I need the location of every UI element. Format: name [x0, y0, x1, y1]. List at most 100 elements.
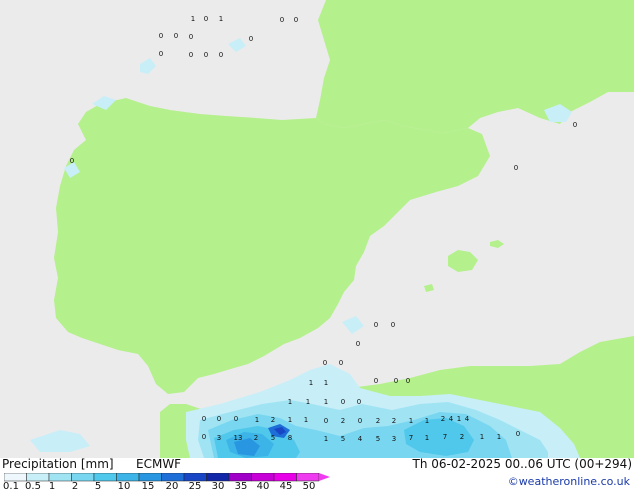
precip-value: 0 [374, 321, 378, 329]
precip-value: 7 [443, 433, 447, 441]
legend-tick-label: 50 [302, 481, 316, 492]
model-label: ECMWF [136, 457, 182, 471]
precip-value: 0 [234, 415, 238, 423]
precip-value: 0 [324, 417, 328, 425]
precip-value: 0 [323, 359, 327, 367]
precip-value: 0 [189, 33, 193, 41]
precip-value: 8 [288, 434, 292, 442]
legend-swatch [26, 473, 50, 482]
precip-value: 2 [376, 417, 380, 425]
legend-swatch [4, 473, 27, 482]
precip-value: 0 [204, 51, 208, 59]
precipitation-map: 1 0 1 0 0 0 0 0 0 0 0 0 0 0 0 0 0 0 0 0 … [0, 0, 634, 458]
legend-tick-label: 5 [94, 481, 102, 492]
legend-swatch [251, 473, 275, 482]
legend-tick-label: 30 [211, 481, 225, 492]
precip-value: 2 [341, 417, 345, 425]
precip-value: 2 [254, 434, 258, 442]
legend-tick-label: 25 [188, 481, 202, 492]
precip-value: 0 [189, 51, 193, 59]
legend-tick-label: 45 [279, 481, 293, 492]
precip-value: 0 [70, 157, 74, 165]
valid-time: Th 06-02-2025 00..06 UTC (00+294) [412, 457, 632, 471]
legend-tick-label: 35 [234, 481, 248, 492]
precip-value: 1 [324, 379, 328, 387]
legend-swatch [228, 473, 252, 482]
precip-value: 1 [457, 415, 461, 423]
precip-value: 0 [341, 398, 345, 406]
precip-value: 1 [309, 379, 313, 387]
precip-value: 0 [202, 433, 206, 441]
precip-value: 1 [306, 398, 310, 406]
precip-value: 0 [217, 415, 221, 423]
legend-tick-label: 2 [71, 481, 79, 492]
legend-swatch [138, 473, 162, 482]
precip-value: 0 [339, 359, 343, 367]
precip-value: 1 [304, 416, 308, 424]
precip-value: 1 [480, 433, 484, 441]
precip-value: 13 [234, 434, 243, 442]
precip-value: 1 [255, 416, 259, 424]
precip-value: 7 [409, 434, 413, 442]
precip-value: 0 [358, 417, 362, 425]
legend-title: Precipitation [mm] [2, 457, 114, 471]
precip-value: 0 [174, 32, 178, 40]
legend-swatch [71, 473, 95, 482]
precip-value: 1 [288, 398, 292, 406]
precip-value: 1 [324, 398, 328, 406]
legend-swatch [48, 473, 72, 482]
legend-arrow [319, 473, 330, 481]
legend-swatch [296, 473, 320, 482]
precip-value: 0 [280, 16, 284, 24]
precip-value: 0 [204, 15, 208, 23]
precip-value: 1 [425, 417, 429, 425]
precip-value: 4 [465, 415, 470, 423]
legend-swatch [93, 473, 117, 482]
precip-value: 1 [409, 417, 413, 425]
precip-value: 0 [406, 377, 410, 385]
legend-tick-label: 40 [256, 481, 270, 492]
precip-value: 0 [394, 377, 398, 385]
legend-swatch [273, 473, 297, 482]
legend-tick-label: 10 [117, 481, 131, 492]
precip-value: 2 [392, 417, 396, 425]
precip-value: 0 [573, 121, 577, 129]
precip-value: 0 [249, 35, 253, 43]
precip-value: 0 [294, 16, 298, 24]
precip-value: 0 [202, 415, 206, 423]
legend-tick-label: 20 [165, 481, 179, 492]
legend-swatch [161, 473, 185, 482]
precip-value: 2 [460, 433, 464, 441]
precip-value: 4 [449, 415, 454, 423]
legend-tick-label: 15 [141, 481, 155, 492]
legend-swatch [183, 473, 207, 482]
precip-value: 1 [288, 416, 292, 424]
precip-value: 0 [514, 164, 518, 172]
precip-value: 0 [356, 340, 360, 348]
precip-value: 1 [324, 435, 328, 443]
precip-value: 4 [358, 435, 363, 443]
precip-value: 1 [191, 15, 195, 23]
credit-text: ©weatheronline.co.uk [507, 475, 630, 488]
precip-value: 0 [374, 377, 378, 385]
precip-value: 1 [219, 15, 223, 23]
legend-tick-label: 1 [48, 481, 56, 492]
legend-tick-label: 0.1 [3, 481, 19, 492]
precip-value: 5 [271, 434, 275, 442]
precip-value: 1 [497, 433, 501, 441]
precip-value: 2 [271, 416, 275, 424]
precip-value: 2 [441, 415, 445, 423]
legend-tick-label: 0.5 [25, 481, 41, 492]
precip-value: 3 [217, 434, 221, 442]
precip-value: 5 [341, 435, 345, 443]
precip-value: 3 [392, 435, 396, 443]
precip-value: 5 [376, 435, 380, 443]
legend-swatch [206, 473, 230, 482]
precip-value: 0 [516, 430, 520, 438]
precip-value: 0 [159, 32, 163, 40]
precip-value: 0 [159, 50, 163, 58]
legend-swatch [116, 473, 140, 482]
precip-value: 0 [357, 398, 361, 406]
precip-value: 1 [425, 434, 429, 442]
precip-value: 0 [219, 51, 223, 59]
